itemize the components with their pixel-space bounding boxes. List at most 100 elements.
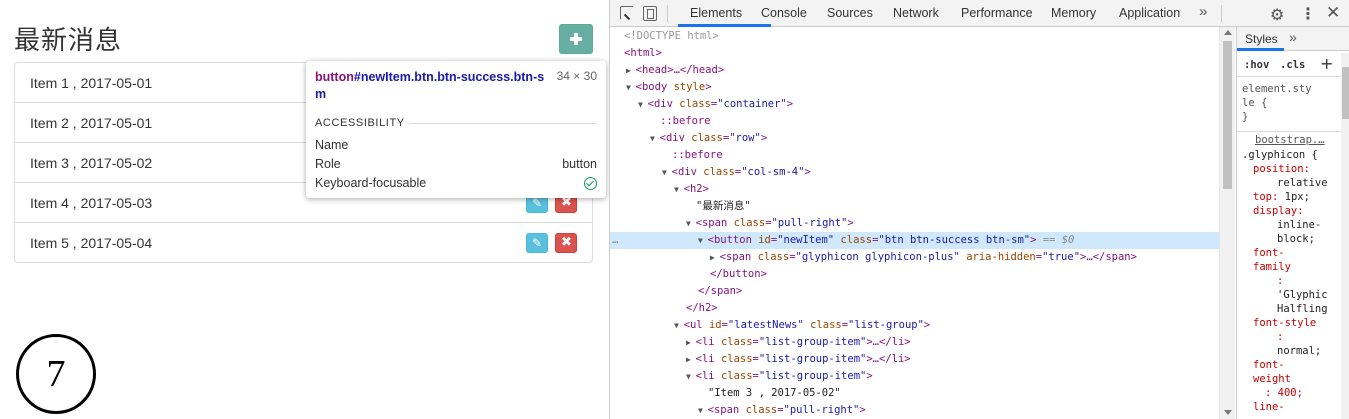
close-icon[interactable]: ✕ [1326, 3, 1340, 23]
css-property[interactable]: Halfling [1242, 302, 1328, 316]
dom-node[interactable]: ▶ <li class="list-group-item">…</li> [610, 334, 1219, 351]
css-property[interactable]: inline- [1242, 218, 1328, 232]
edit-button[interactable]: ✎ [526, 233, 548, 253]
class-toggle[interactable]: .cls [1280, 59, 1305, 71]
dom-node[interactable]: ▶ <li class="list-group-item">…</li> [610, 351, 1219, 368]
css-property[interactable]: top: 1px; [1242, 190, 1328, 204]
inspect-tooltip: button#newItem.btn.btn-success.btn-sm 34… [306, 61, 606, 198]
css-property[interactable]: font- [1242, 246, 1328, 260]
divider [1221, 5, 1222, 22]
dom-node[interactable]: ▼ <ul id="latestNews" class="list-group"… [610, 317, 1219, 334]
dom-node[interactable]: </h2> [610, 300, 1219, 317]
dom-node[interactable]: ▼ <div class="col-sm-4"> [610, 164, 1219, 181]
tab-console[interactable]: Console [761, 6, 807, 20]
dom-node[interactable]: <html> [610, 45, 1219, 62]
css-property[interactable]: : [1242, 274, 1328, 288]
tab-performance[interactable]: Performance [961, 6, 1033, 20]
css-property[interactable]: font- [1242, 358, 1328, 372]
dom-node[interactable]: ▶ <head>…</head> [610, 62, 1219, 79]
collapse-arrow-icon[interactable]: ▼ [650, 134, 660, 143]
css-property[interactable]: : [1242, 330, 1328, 344]
collapse-arrow-icon[interactable]: ▼ [698, 236, 708, 245]
stylesheet-source-link[interactable]: bootstrap.… [1255, 134, 1325, 146]
new-rule-icon[interactable]: + [1320, 54, 1333, 73]
node-actions-icon[interactable]: … [612, 232, 618, 249]
scrollbar-thumb[interactable] [1342, 67, 1349, 119]
dom-node[interactable]: ▼ <h2> [610, 181, 1219, 198]
dom-node[interactable]: ▼ <span class="pull-right"> [610, 215, 1219, 232]
delete-button[interactable]: ✖ [555, 233, 577, 253]
collapse-arrow-icon[interactable]: ▼ [674, 321, 684, 330]
dom-node[interactable]: ::before [610, 147, 1219, 164]
expand-arrow-icon[interactable]: ▶ [626, 66, 636, 75]
dom-node[interactable]: "Item 3 , 2017-05-02" [610, 385, 1219, 402]
dom-node-selected[interactable]: … ▼ <button id="newItem" class="btn btn-s… [610, 232, 1219, 249]
css-properties[interactable]: position: relative top: 1px; display: inline… [1242, 162, 1328, 414]
dom-node[interactable]: ▼ <body style> [610, 79, 1219, 96]
list-item-text: Item 2 , 2017-05-01 [30, 115, 153, 131]
divider [409, 123, 597, 124]
styles-toolbar: :hov .cls + [1237, 53, 1341, 77]
expand-arrow-icon[interactable]: ▶ [686, 355, 696, 364]
dom-node[interactable]: ::before [610, 113, 1219, 130]
css-selector[interactable]: .glyphicon { [1242, 148, 1318, 162]
tab-network[interactable]: Network [893, 6, 939, 20]
tooltip-selector: button#newItem.btn.btn-success.btn-sm [315, 70, 545, 101]
list-item: Item 5 , 2017-05-04 ✎ ✖ [14, 222, 593, 263]
collapse-arrow-icon[interactable]: ▼ [686, 219, 696, 228]
dom-node[interactable]: ▼ <div class="row"> [610, 130, 1219, 147]
dom-node[interactable]: ▼ <li class="list-group-item"> [610, 368, 1219, 385]
collapse-arrow-icon[interactable]: ▼ [674, 185, 684, 194]
tab-sources[interactable]: Sources [827, 6, 873, 20]
scroll-up-icon[interactable] [1224, 30, 1232, 35]
dom-node[interactable]: ▼ <div class="container"> [610, 96, 1219, 113]
device-toolbar-icon[interactable] [643, 6, 657, 21]
settings-gear-icon[interactable]: ⚙ [1270, 5, 1284, 24]
collapse-arrow-icon[interactable]: ▼ [638, 100, 648, 109]
collapse-arrow-icon[interactable]: ▼ [686, 372, 696, 381]
dom-node[interactable]: ▼ <span class="pull-right"> [610, 402, 1219, 419]
dom-node[interactable]: </button> [610, 266, 1219, 283]
styles-scrollbar[interactable] [1341, 53, 1349, 419]
css-property[interactable]: : 400; [1242, 386, 1328, 400]
more-options-icon[interactable]: ⋮ [1300, 4, 1316, 23]
inspect-element-icon[interactable] [620, 6, 634, 20]
tooltip-section-title: ACCESSIBILITY [315, 117, 405, 129]
css-property[interactable]: position: [1242, 162, 1328, 176]
tooltip-size: 34 × 30 [556, 69, 597, 83]
css-property[interactable]: line- [1242, 400, 1328, 414]
dom-node[interactable]: </span> [610, 283, 1219, 300]
remove-icon: ✖ [561, 195, 572, 210]
css-property[interactable]: weight [1242, 372, 1328, 386]
tab-memory[interactable]: Memory [1051, 6, 1096, 20]
hover-state-toggle[interactable]: :hov [1244, 59, 1269, 71]
css-property[interactable]: family [1242, 260, 1328, 274]
collapse-arrow-icon[interactable]: ▼ [662, 168, 672, 177]
dom-node[interactable]: "最新消息" [610, 198, 1219, 215]
tooltip-row-focusable: Keyboard-focusable [315, 176, 597, 192]
more-tabs-icon[interactable]: » [1199, 3, 1207, 20]
tab-application[interactable]: Application [1119, 6, 1180, 20]
devtools-window: Elements Console Sources Network Perform… [609, 0, 1349, 419]
css-property[interactable]: relative [1242, 176, 1328, 190]
dom-node[interactable]: ▶ <span class="glyphicon glyphicon-plus"… [610, 249, 1219, 266]
collapse-arrow-icon[interactable]: ▼ [698, 406, 708, 415]
collapse-arrow-icon[interactable]: ▼ [626, 83, 636, 92]
dom-node[interactable]: <!DOCTYPE html> [610, 28, 1219, 45]
css-property[interactable]: font-style [1242, 316, 1328, 330]
expand-arrow-icon[interactable]: ▶ [710, 253, 720, 262]
elements-scrollbar[interactable] [1219, 27, 1235, 419]
css-property[interactable]: block; [1242, 232, 1328, 246]
tab-elements[interactable]: Elements [690, 6, 742, 20]
css-property[interactable]: display: [1242, 204, 1328, 218]
add-item-button[interactable] [559, 24, 593, 54]
expand-arrow-icon[interactable]: ▶ [686, 338, 696, 347]
more-tabs-icon[interactable]: » [1289, 29, 1297, 45]
css-property[interactable]: 'Glyphic [1242, 288, 1328, 302]
tab-styles[interactable]: Styles [1245, 32, 1278, 46]
element-style-rule[interactable]: element.sty le { } [1242, 82, 1312, 124]
scrollbar-thumb[interactable] [1223, 41, 1232, 189]
remove-icon: ✖ [561, 235, 572, 250]
css-property[interactable]: normal; [1242, 344, 1328, 358]
scroll-down-icon[interactable] [1224, 410, 1232, 415]
